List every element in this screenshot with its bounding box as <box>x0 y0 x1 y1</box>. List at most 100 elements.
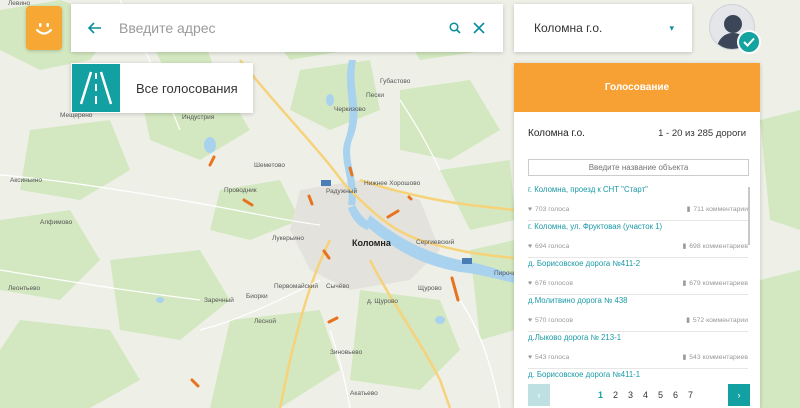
map-label: Нижнее Хорошово <box>364 180 421 187</box>
chevron-right-icon: › <box>737 390 741 400</box>
item-comments: ▮ 679 комментариев <box>682 279 748 288</box>
item-title[interactable]: г. Коломна, проезд к СНТ "Старт" <box>528 185 748 194</box>
page-2[interactable]: 2 <box>608 390 623 400</box>
item-comments: ▮ 711 комментарии <box>686 205 748 214</box>
comment-icon: ▮ <box>686 317 690 324</box>
map-label: Проводник <box>224 187 257 194</box>
panel-title: Голосование <box>514 63 760 112</box>
map-label: Акатьево <box>350 390 378 397</box>
clear-button[interactable] <box>469 18 489 38</box>
page-3[interactable]: 3 <box>623 390 638 400</box>
address-search <box>71 4 503 52</box>
page-4[interactable]: 4 <box>638 390 653 400</box>
prev-page-button[interactable]: ‹ <box>528 384 550 406</box>
map-label: Аксиньино <box>10 177 42 184</box>
map-label: Биорки <box>246 293 268 300</box>
roads-count: 1 - 20 из 285 дороги <box>658 127 746 139</box>
item-title[interactable]: д. Борисовское дорога №411-1 <box>528 370 748 379</box>
map-label: Щурово <box>418 285 442 292</box>
map-label: Индустрия <box>182 114 215 121</box>
pagination: ‹ 1 2 3 4 5 6 7 › <box>528 383 750 407</box>
panel-summary: Коломна г.о. 1 - 20 из 285 дороги <box>514 114 760 152</box>
comment-icon: ▮ <box>682 354 687 361</box>
item-votes: ♥ 570 голосов <box>528 316 573 324</box>
search-icon <box>449 22 461 34</box>
divider <box>528 294 748 295</box>
heart-icon: ♥ <box>528 242 533 250</box>
heart-icon: ♥ <box>528 316 533 324</box>
votes-list[interactable]: г. Коломна, проезд к СНТ "Старт" ♥ 703 го… <box>514 179 760 379</box>
page-7[interactable]: 7 <box>683 390 698 400</box>
list-item[interactable]: г. Коломна, проезд к СНТ "Старт" ♥ 703 го… <box>528 185 748 221</box>
smile-icon <box>35 23 53 35</box>
map-label: Черкизово <box>334 106 366 113</box>
item-comments: ▮ 572 комментарии <box>686 316 748 325</box>
road-icon <box>79 71 113 105</box>
close-icon <box>473 22 485 34</box>
divider <box>528 368 748 369</box>
road-icon-box <box>72 64 120 112</box>
map-label: Лукерьино <box>272 235 304 242</box>
back-button[interactable] <box>71 4 119 52</box>
map-label: Леонтьево <box>8 285 41 292</box>
list-item[interactable]: д.Лыково дорога № 213-1 ♥ 543 голоса ▮ 543… <box>528 333 748 369</box>
search-button[interactable] <box>445 18 465 38</box>
page-numbers: 1 2 3 4 5 6 7 <box>593 390 698 400</box>
address-input[interactable] <box>119 20 445 36</box>
item-votes: ♥ 543 голоса <box>528 353 570 361</box>
comment-icon: ▮ <box>686 206 691 213</box>
list-item[interactable]: д. Борисовское дорога №411-2 ♥ 676 голосо… <box>528 259 748 295</box>
list-scrollbar[interactable] <box>748 187 750 245</box>
map-label: Мещерено <box>60 112 93 119</box>
all-votes-label: Все голосования <box>136 80 238 96</box>
map-label: Губастово <box>380 78 411 85</box>
page-5[interactable]: 5 <box>653 390 668 400</box>
list-item[interactable]: д.Молитвино дорога № 438 ♥ 570 голосов ▮ 5… <box>528 296 748 332</box>
item-votes: ♥ 703 голоса <box>528 205 570 213</box>
item-votes: ♥ 676 голосов <box>528 279 573 287</box>
heart-icon: ♥ <box>528 279 533 287</box>
item-comments: ▮ 543 комментариев <box>682 353 748 362</box>
item-comments: ▮ 698 комментариев <box>682 242 748 251</box>
item-title[interactable]: г. Коломна, ул. Фруктовая (участок 1) <box>528 222 748 231</box>
map-label: Зиновьево <box>330 349 363 356</box>
item-title[interactable]: д. Борисовское дорога №411-2 <box>528 259 748 268</box>
comment-icon: ▮ <box>682 280 687 287</box>
arrow-left-icon <box>88 22 101 34</box>
page-1[interactable]: 1 <box>593 390 608 400</box>
verified-badge <box>737 30 761 54</box>
voting-panel: Голосование Коломна г.о. 1 - 20 из 285 д… <box>514 63 760 408</box>
comment-icon: ▮ <box>682 243 687 250</box>
divider <box>528 331 748 332</box>
item-votes: ♥ 694 голоса <box>528 242 570 250</box>
check-icon <box>743 37 755 47</box>
chevron-down-icon: ▾ <box>669 22 674 33</box>
list-item[interactable]: г. Коломна, ул. Фруктовая (участок 1) ♥ 6… <box>528 222 748 258</box>
item-title[interactable]: д.Лыково дорога № 213-1 <box>528 333 748 342</box>
app-logo[interactable] <box>26 6 62 50</box>
list-item[interactable]: д. Борисовское дорога №411-1 <box>528 370 748 379</box>
map-label: Первомайский <box>274 283 318 290</box>
district-select[interactable]: Коломна г.о. ▾ <box>514 4 692 52</box>
district-select-value: Коломна г.о. <box>534 21 603 35</box>
panel-district: Коломна г.о. <box>528 127 585 139</box>
map-label: Алфимово <box>40 219 73 226</box>
heart-icon: ♥ <box>528 353 533 361</box>
map-label-city: Коломна <box>352 238 391 248</box>
next-page-button[interactable]: › <box>728 384 750 406</box>
all-votes-button[interactable]: Все голосования <box>71 63 253 113</box>
map-label: Радужный <box>326 188 358 195</box>
map-label: Лесной <box>254 318 276 325</box>
map-label: д. Щурово <box>367 298 399 305</box>
item-title[interactable]: д.Молитвино дорога № 438 <box>528 296 748 305</box>
divider <box>528 220 748 221</box>
chevron-left-icon: ‹ <box>537 390 541 400</box>
map-label: Заречный <box>204 297 234 304</box>
object-filter-input[interactable] <box>528 159 749 176</box>
map-label: Пески <box>366 92 385 99</box>
page-6[interactable]: 6 <box>668 390 683 400</box>
heart-icon: ♥ <box>528 205 533 213</box>
map-label: Сычёво <box>326 283 350 290</box>
map-label: Сергиевский <box>416 239 455 246</box>
divider <box>528 257 748 258</box>
